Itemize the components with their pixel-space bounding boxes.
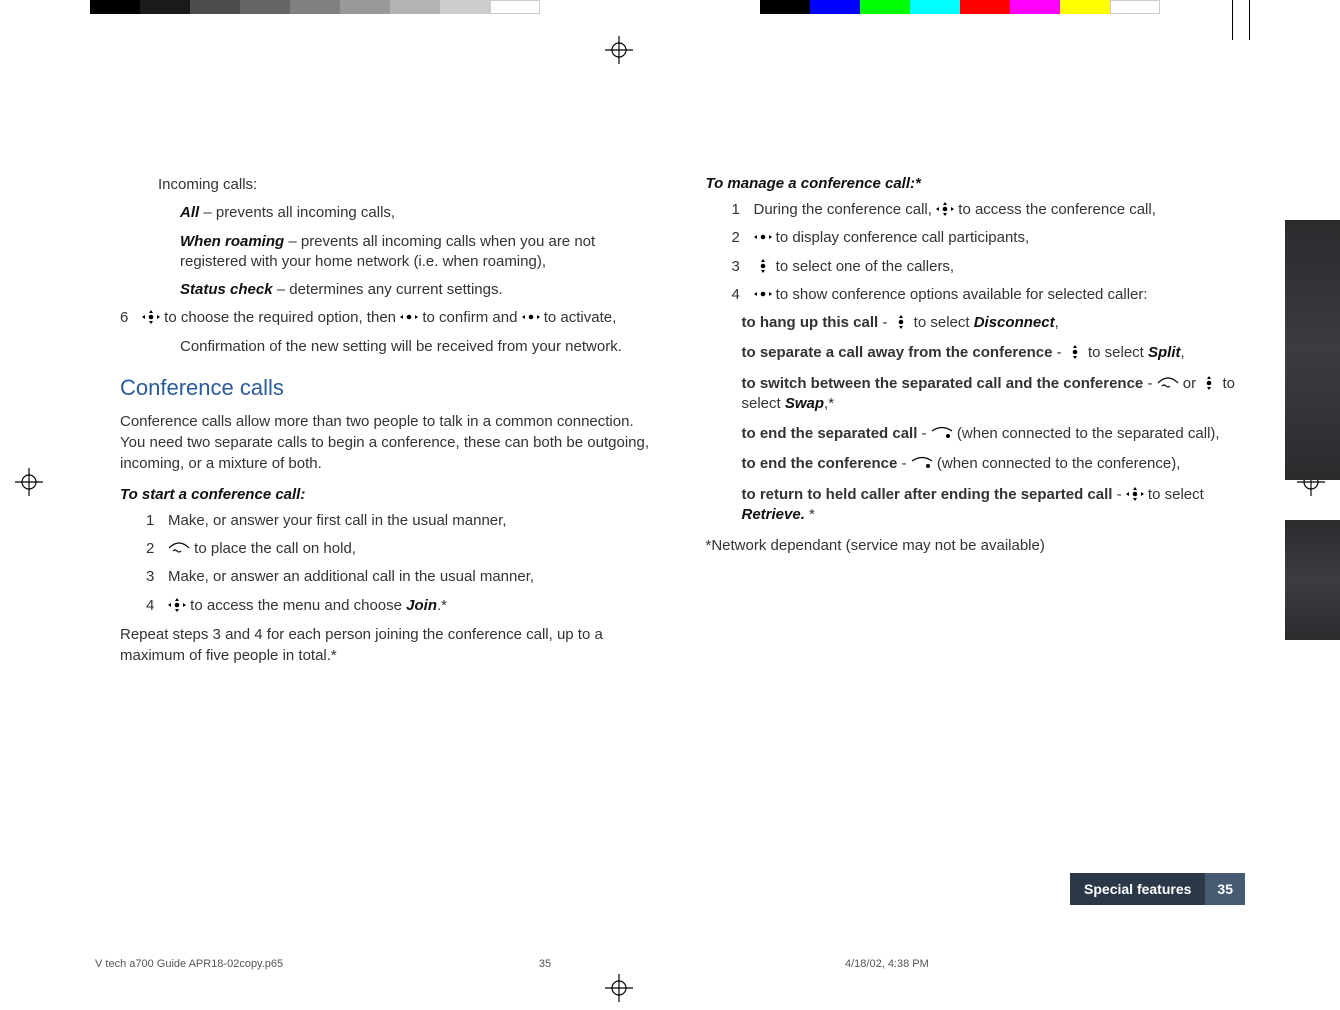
- list-item: 6 to choose the required option, then to…: [120, 308, 650, 328]
- repeat-note: Repeat steps 3 and 4 for each person joi…: [120, 624, 650, 666]
- step-number: 2: [732, 228, 754, 248]
- nav-key-icon: [142, 310, 160, 324]
- list-item: 2 to display conference call participant…: [732, 228, 1236, 248]
- list-item: 1 During the conference call, to access …: [732, 200, 1236, 220]
- nav-key-icon: [522, 310, 540, 324]
- step-number: 3: [732, 257, 754, 277]
- network-note: *Network dependant (service may not be a…: [706, 535, 1236, 556]
- nav-key-icon: [1126, 487, 1144, 501]
- option-label: to separate a call away from the confere…: [742, 344, 1053, 361]
- list-item: 3 Make, or answer an additional call in …: [146, 567, 650, 587]
- right-column: To manage a conference call:* 1 During t…: [678, 80, 1246, 980]
- section-heading-conference: Conference calls: [120, 375, 650, 401]
- list-item: 4 to access the menu and choose Join.*: [146, 596, 650, 616]
- option-label: to end the conference: [742, 455, 898, 472]
- list-item: 3 to select one of the callers,: [732, 257, 1236, 277]
- menu-item-retrieve: Retrieve.: [742, 506, 805, 523]
- text: During the conference call,: [754, 201, 937, 218]
- left-column: Incoming calls: All – prevents all incom…: [95, 80, 678, 980]
- subheading-manage: To manage a conference call:*: [706, 175, 1236, 192]
- section-name: Special features: [1070, 873, 1205, 905]
- color-bars: [760, 0, 1160, 14]
- option-end-separated: to end the separated call - (when connec…: [742, 424, 1236, 444]
- text: to select one of the callers,: [776, 258, 954, 275]
- option-label: to end the separated call: [742, 425, 918, 442]
- page-footer-badge: Special features 35: [1070, 873, 1245, 905]
- option-text: – prevents all incoming calls,: [199, 204, 395, 221]
- text: to confirm and: [422, 309, 521, 326]
- option-label: All: [180, 204, 199, 221]
- prepress-meta: V tech a700 Guide APR18-02copy.p65 35 4/…: [95, 958, 1245, 970]
- option-hang-up: to hang up this call - to select Disconn…: [742, 313, 1236, 333]
- list-item: 2 to place the call on hold,: [146, 539, 650, 559]
- step-number: 1: [732, 200, 754, 220]
- text: to access the menu and choose: [190, 597, 406, 614]
- step-number: 3: [146, 567, 168, 587]
- timestamp: 4/18/02, 4:38 PM: [595, 958, 1245, 970]
- registration-mark-icon: [605, 36, 633, 64]
- nav-key-icon: [1066, 345, 1084, 359]
- subheading-start: To start a conference call:: [120, 486, 650, 503]
- nav-key-icon: [892, 315, 910, 329]
- printer-calibration-bars: [0, 0, 1340, 30]
- page-body: Incoming calls: All – prevents all incom…: [0, 80, 1340, 980]
- step-number: 2: [146, 539, 168, 559]
- list-item: 1 Make, or answer your first call in the…: [146, 511, 650, 531]
- text: to activate,: [544, 309, 617, 326]
- text: .*: [437, 597, 447, 614]
- option-swap: to switch between the separated call and…: [742, 374, 1236, 415]
- end-key-icon: [931, 426, 953, 440]
- step-number: 1: [146, 511, 168, 531]
- menu-item-join: Join: [406, 597, 437, 614]
- text: to access the conference call,: [958, 201, 1156, 218]
- menu-item-split: Split: [1148, 344, 1181, 361]
- source-file: V tech a700 Guide APR18-02copy.p65: [95, 958, 495, 970]
- sheet-number: 35: [495, 958, 595, 970]
- nav-key-icon: [754, 230, 772, 244]
- option-retrieve: to return to held caller after ending th…: [742, 485, 1236, 526]
- crop-mark: [1232, 0, 1233, 40]
- intro-paragraph: Conference calls allow more than two peo…: [120, 411, 650, 474]
- option-roaming: When roaming – prevents all incoming cal…: [180, 232, 650, 273]
- step-number: 4: [732, 285, 754, 305]
- page-number: 35: [1205, 873, 1245, 905]
- option-text: – determines any current settings.: [273, 281, 503, 298]
- option-separate: to separate a call away from the confere…: [742, 343, 1236, 363]
- step-text: to place the call on hold,: [194, 540, 356, 557]
- confirmation-note: Confirmation of the new setting will be …: [180, 337, 650, 357]
- option-end-conference: to end the conference - (when connected …: [742, 454, 1236, 474]
- end-key-icon: [911, 456, 933, 470]
- text: to choose the required option, then: [164, 309, 400, 326]
- nav-key-icon: [754, 259, 772, 273]
- step-text: Make, or answer your first call in the u…: [168, 511, 650, 531]
- nav-key-icon: [936, 202, 954, 216]
- option-label: to return to held caller after ending th…: [742, 486, 1113, 503]
- option-label: Status check: [180, 281, 273, 298]
- incoming-heading: Incoming calls:: [158, 175, 650, 195]
- gray-ramp: [90, 0, 540, 14]
- nav-key-icon: [1200, 376, 1218, 390]
- option-status-check: Status check – determines any current se…: [180, 280, 650, 300]
- step-number: 6: [120, 308, 142, 328]
- crop-mark: [1249, 0, 1250, 40]
- option-label: to switch between the separated call and…: [742, 375, 1144, 392]
- option-label: to hang up this call: [742, 314, 879, 331]
- step-number: 4: [146, 596, 168, 616]
- nav-key-icon: [168, 598, 186, 612]
- menu-item-disconnect: Disconnect: [974, 314, 1055, 331]
- step-text: Make, or answer an additional call in th…: [168, 567, 650, 587]
- send-key-icon: [168, 541, 190, 555]
- option-all: All – prevents all incoming calls,: [180, 203, 650, 223]
- nav-key-icon: [754, 287, 772, 301]
- text: to display conference call participants,: [776, 229, 1029, 246]
- send-key-icon: [1157, 376, 1179, 390]
- nav-key-icon: [400, 310, 418, 324]
- menu-item-swap: Swap: [785, 395, 824, 412]
- text: to show conference options available for…: [776, 286, 1148, 303]
- list-item: 4 to show conference options available f…: [732, 285, 1236, 305]
- option-label: When roaming: [180, 233, 284, 250]
